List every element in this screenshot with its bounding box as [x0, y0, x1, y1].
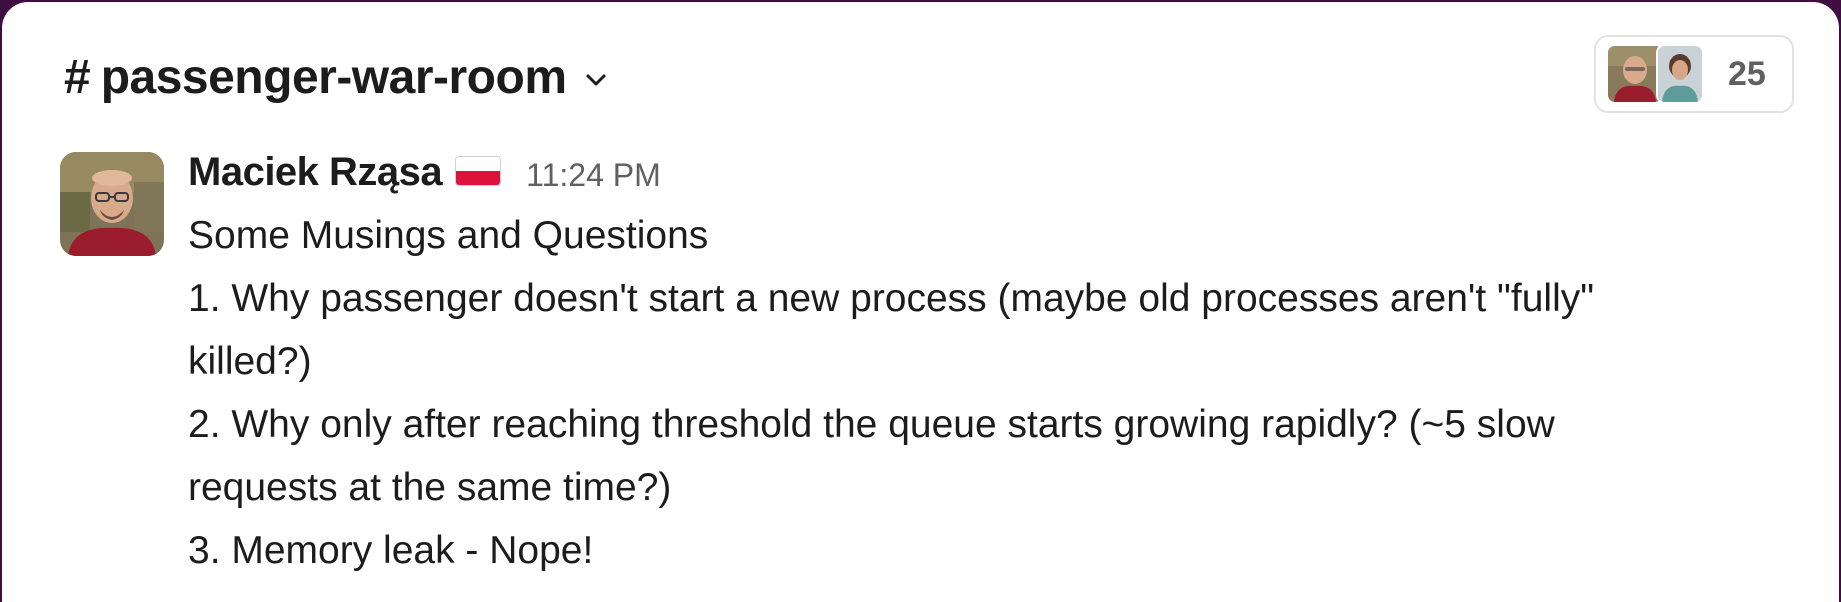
member-avatar-2 — [1656, 44, 1704, 104]
members-button[interactable]: 25 — [1594, 35, 1794, 113]
message-line: requests at the same time?) — [188, 466, 672, 509]
message-line: 2. Why only after reaching threshold the… — [188, 403, 1555, 446]
channel-name[interactable]: passenger-war-room — [101, 54, 567, 102]
message-line: 3. Memory leak - Nope! — [188, 529, 594, 572]
chevron-down-icon[interactable] — [583, 67, 609, 93]
message-line: 1. Why passenger doesn't start a new pro… — [188, 277, 1595, 320]
message-body: Maciek Rząsa 11:24 PM Some Musings and Q… — [188, 150, 1748, 582]
members-count: 25 — [1728, 54, 1766, 93]
channel-header[interactable]: # passenger-war-room — [64, 46, 609, 110]
author-avatar[interactable] — [60, 152, 164, 256]
message-line: Some Musings and Questions — [188, 214, 709, 257]
message-line: killed?) — [188, 340, 312, 383]
channel-window: # passenger-war-room 25 Maciek Rząsa 11:… — [2, 2, 1839, 602]
flag-poland-icon — [456, 157, 501, 185]
message-meta: Maciek Rząsa 11:24 PM — [188, 150, 1748, 194]
channel-hash-icon: # — [64, 51, 91, 104]
message-timestamp[interactable]: 11:24 PM — [526, 157, 661, 194]
author-name[interactable]: Maciek Rząsa — [188, 150, 443, 195]
